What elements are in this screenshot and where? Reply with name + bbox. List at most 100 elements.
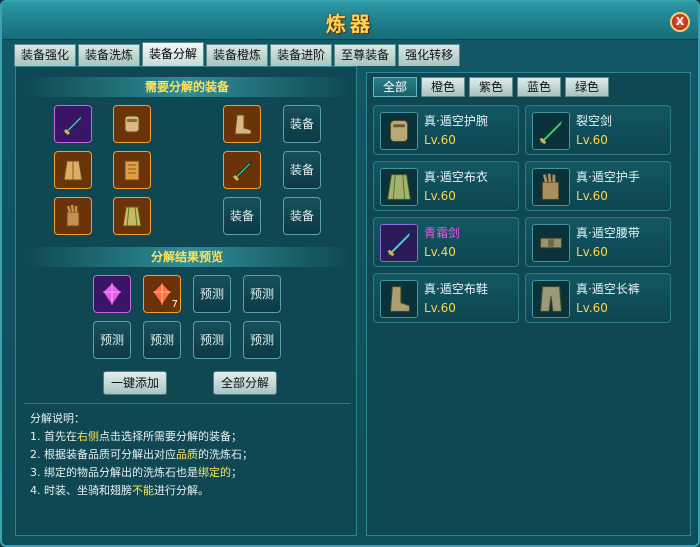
- main-tabs: 装备强化 装备洗炼 装备分解 装备橙炼 装备进阶 至尊装备 强化转移: [14, 42, 462, 66]
- predict-slot: 预测: [243, 275, 281, 313]
- equip-slot-empty[interactable]: 装备: [283, 105, 321, 143]
- stone-count: 7: [171, 299, 178, 310]
- item-level: Lv.60: [576, 189, 608, 203]
- filter-orange[interactable]: 橙色: [421, 77, 465, 97]
- inventory-panel: 全部 橙色 紫色 蓝色 绿色 真·遁空护腕 Lv.60 裂空剑 Lv.60 真·…: [366, 72, 691, 536]
- add-all-button[interactable]: 一键添加: [103, 371, 167, 395]
- tab-equip-decompose[interactable]: 装备分解: [142, 42, 205, 66]
- item-level: Lv.40: [424, 245, 456, 259]
- sword-icon: [232, 159, 252, 182]
- bracer-icon: [380, 112, 418, 150]
- pants-icon: [532, 280, 570, 318]
- equip-slot-glove[interactable]: [54, 197, 92, 235]
- predict-slot: 预测: [193, 275, 231, 313]
- item-name: 真·遁空护手: [576, 170, 640, 184]
- predict-slot: 预测: [93, 321, 131, 359]
- robe-icon: [63, 160, 83, 181]
- item-card[interactable]: 真·遁空护手 Lv.60: [525, 161, 671, 211]
- item-card[interactable]: 真·遁空腰带 Lv.60: [525, 217, 671, 267]
- need-decompose-title: 需要分解的装备: [24, 77, 350, 97]
- equip-slot-empty[interactable]: 装备: [223, 197, 261, 235]
- item-name: 裂空剑: [576, 114, 613, 128]
- item-level: Lv.60: [424, 301, 456, 315]
- item-card[interactable]: 裂空剑 Lv.60: [525, 105, 671, 155]
- filter-green[interactable]: 绿色: [565, 77, 609, 97]
- equip-slot-robe[interactable]: [54, 151, 92, 189]
- item-card[interactable]: 青霜剑 Lv.40: [373, 217, 519, 267]
- equip-slot-robe-green[interactable]: [113, 197, 151, 235]
- sword-icon: [532, 112, 570, 150]
- tab-equip-advance[interactable]: 装备进阶: [270, 44, 333, 66]
- item-name: 真·遁空布衣: [424, 170, 488, 184]
- instruction-line-4: 4. 时装、坐骑和翅膀不能进行分解。: [30, 482, 344, 500]
- robe-icon: [122, 206, 142, 227]
- filter-blue[interactable]: 蓝色: [517, 77, 561, 97]
- instruction-text: 的洗炼石；: [198, 448, 253, 461]
- instruction-line-2: 2. 根据装备品质可分解出对应品质的洗炼石；: [30, 446, 344, 464]
- tab-supreme-equip[interactable]: 至尊装备: [334, 44, 397, 66]
- glove-icon: [532, 168, 570, 206]
- predict-slot: 预测: [193, 321, 231, 359]
- item-card[interactable]: 真·遁空长裤 Lv.60: [525, 273, 671, 323]
- equip-slot-sword-purple[interactable]: [54, 105, 92, 143]
- title-bar: 炼器 X: [2, 2, 698, 40]
- result-preview-title: 分解结果预览: [24, 247, 350, 267]
- equip-slot-empty[interactable]: 装备: [283, 197, 321, 235]
- result-slot-orange-stone[interactable]: 7: [143, 275, 181, 313]
- item-name: 真·遁空腰带: [576, 226, 640, 240]
- instruction-text: 进行分解。: [154, 484, 209, 497]
- item-level: Lv.60: [576, 301, 608, 315]
- filter-purple[interactable]: 紫色: [469, 77, 513, 97]
- predict-slot: 预测: [143, 321, 181, 359]
- sword-icon: [63, 113, 83, 136]
- instruction-highlight: 不能: [132, 484, 154, 497]
- instruction-line-1: 1. 首先在右侧点击选择所需要分解的装备；: [30, 428, 344, 446]
- equip-slot-bracer[interactable]: [113, 105, 151, 143]
- refining-window: 炼器 X 装备强化 装备洗炼 装备分解 装备橙炼 装备进阶 至尊装备 强化转移 …: [0, 0, 700, 547]
- glove-icon: [66, 204, 80, 227]
- equip-slot-empty[interactable]: 装备: [283, 151, 321, 189]
- armor-icon: [124, 160, 140, 181]
- item-level: Lv.60: [424, 133, 456, 147]
- item-level: Lv.60: [576, 245, 608, 259]
- bracer-icon: [124, 115, 140, 133]
- instruction-text: 1. 首先在: [30, 430, 77, 443]
- quality-filter-tabs: 全部 橙色 紫色 蓝色 绿色: [373, 77, 613, 97]
- item-card[interactable]: 真·遁空布鞋 Lv.60: [373, 273, 519, 323]
- predict-slot: 预测: [243, 321, 281, 359]
- item-level: Lv.60: [424, 189, 456, 203]
- boots-icon: [234, 114, 252, 135]
- instructions-heading: 分解说明：: [30, 412, 85, 425]
- filter-all[interactable]: 全部: [373, 77, 417, 97]
- boots-icon: [380, 280, 418, 318]
- item-card[interactable]: 真·遁空布衣 Lv.60: [373, 161, 519, 211]
- item-card[interactable]: 真·遁空护腕 Lv.60: [373, 105, 519, 155]
- item-name: 真·遁空长裤: [576, 282, 640, 296]
- tab-equip-enhance[interactable]: 装备强化: [14, 44, 77, 66]
- equip-slot-sword-orange[interactable]: [223, 151, 261, 189]
- item-name: 青霜剑: [424, 226, 461, 240]
- tab-equip-refine[interactable]: 装备洗炼: [78, 44, 141, 66]
- equip-slot-boots[interactable]: [223, 105, 261, 143]
- item-level: Lv.60: [576, 133, 608, 147]
- instruction-text: ；: [231, 466, 242, 479]
- instruction-highlight: 品质: [176, 448, 198, 461]
- close-button[interactable]: X: [670, 12, 690, 32]
- instruction-highlight: 绑定的: [198, 466, 231, 479]
- belt-icon: [532, 224, 570, 262]
- instruction-text: 2. 根据装备品质可分解出对应: [30, 448, 176, 461]
- tab-enhance-transfer[interactable]: 强化转移: [398, 44, 461, 66]
- equip-slot-armor[interactable]: [113, 151, 151, 189]
- instruction-line-3: 3. 绑定的物品分解出的洗炼石也是绑定的；: [30, 464, 344, 482]
- sword-icon: [380, 224, 418, 262]
- result-slot-purple-stone[interactable]: [93, 275, 131, 313]
- robe-icon: [380, 168, 418, 206]
- instruction-highlight: 右侧: [77, 430, 99, 443]
- decompose-all-button[interactable]: 全部分解: [213, 371, 277, 395]
- tab-equip-orange-refine[interactable]: 装备橙炼: [206, 44, 269, 66]
- window-title: 炼器: [326, 12, 374, 36]
- crystal-icon: [102, 282, 122, 306]
- item-name: 真·遁空护腕: [424, 114, 488, 128]
- decompose-panel: 需要分解的装备 装备 装备 装备 装备 分解结果预览 7 预测 预测 预测 预测…: [15, 66, 357, 536]
- instruction-text: 3. 绑定的物品分解出的洗炼石也是: [30, 466, 198, 479]
